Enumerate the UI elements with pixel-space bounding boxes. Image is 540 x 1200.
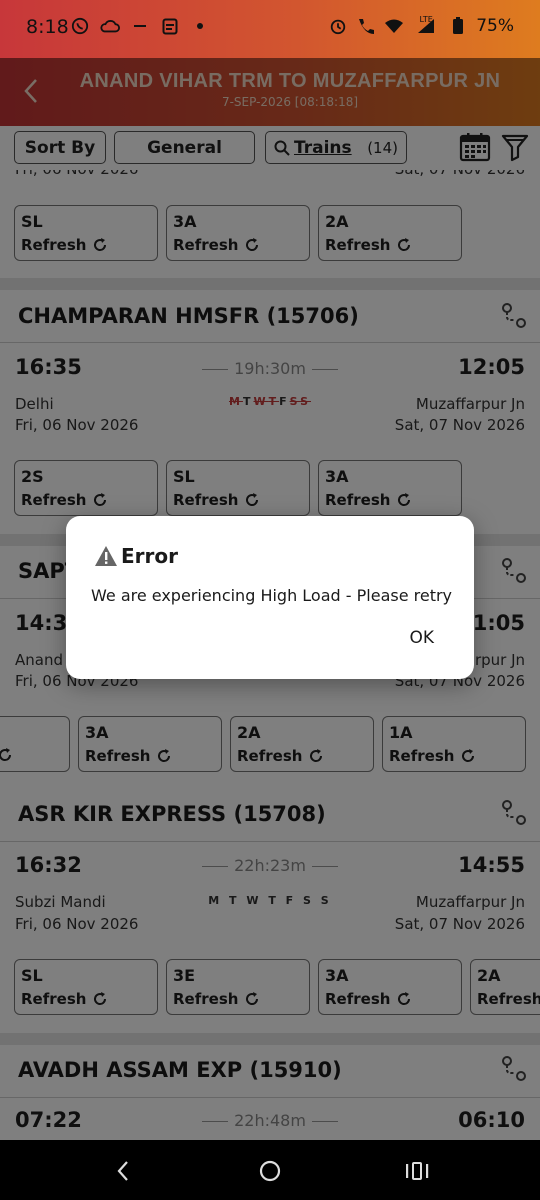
warning-icon — [95, 546, 117, 566]
status-time: 8:18 — [26, 16, 69, 38]
status-right: LTE 75% — [328, 14, 514, 36]
wifi-call-icon — [356, 16, 376, 36]
dot-icon — [190, 16, 210, 36]
wifi-icon — [384, 16, 404, 36]
calendar-note-icon — [160, 16, 180, 36]
nav-home-icon — [259, 1160, 281, 1182]
nav-home-button[interactable] — [257, 1158, 283, 1184]
nav-recents-icon — [406, 1162, 429, 1180]
battery-icon — [448, 16, 468, 36]
battery-percent: 75% — [476, 16, 514, 36]
error-dialog: Error We are experiencing High Load - Pl… — [66, 516, 474, 679]
status-bar: 8:18 LTE 75% — [0, 0, 540, 58]
nav-recents-button[interactable] — [404, 1158, 430, 1184]
notification-icons — [70, 16, 210, 36]
nav-back-button[interactable] — [110, 1158, 136, 1184]
nav-back-icon — [117, 1161, 128, 1181]
small-app-icon — [130, 16, 150, 36]
signal-icon: LTE — [412, 14, 440, 36]
alarm-icon — [328, 16, 348, 36]
ok-button[interactable]: OK — [403, 626, 440, 650]
system-nav-bar — [0, 1140, 540, 1200]
network-type: LTE — [419, 14, 433, 24]
dialog-title: Error — [121, 544, 178, 568]
whatsapp-icon — [70, 16, 90, 36]
cloud-icon — [100, 16, 120, 36]
dialog-message: We are experiencing High Load - Please r… — [91, 586, 453, 605]
